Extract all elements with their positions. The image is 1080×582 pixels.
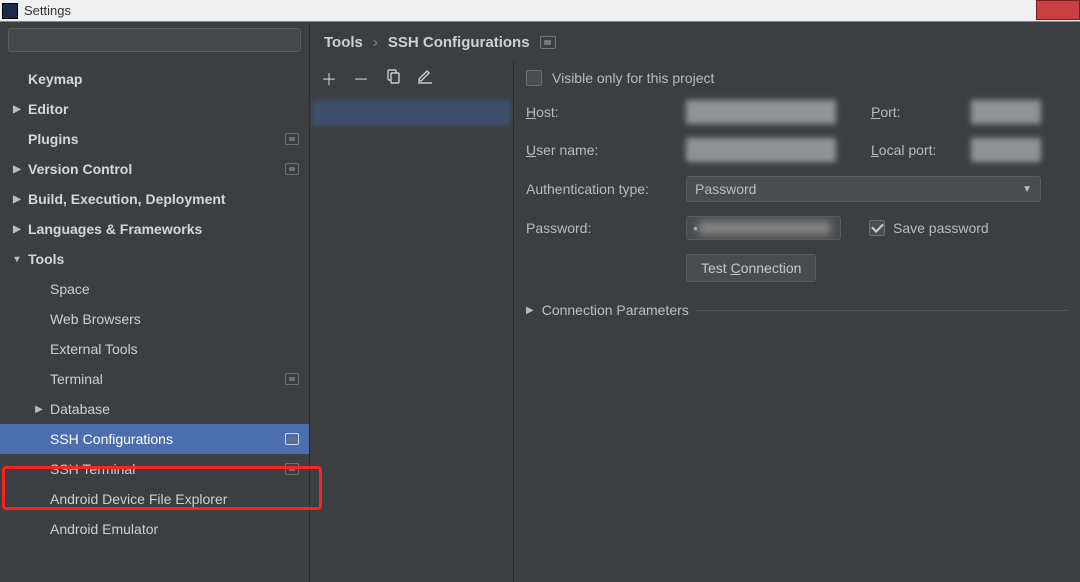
port-field[interactable] [971,100,1041,124]
edit-button[interactable] [416,68,434,89]
host-label: Host: [526,104,686,120]
scope-icon [285,433,299,445]
search-input[interactable] [8,28,301,52]
chevron-right-icon: ▶ [6,104,28,115]
password-field[interactable]: • [686,216,841,240]
chevron-right-icon: ▶ [6,194,28,205]
tree-editor[interactable]: ▶Editor [0,94,309,124]
host-field[interactable] [686,100,836,124]
chevron-right-icon: ▶ [6,224,28,235]
breadcrumb: Tools › SSH Configurations [310,22,1080,62]
chevron-right-icon: ▶ [6,164,28,175]
local-port-field[interactable] [971,138,1041,162]
settings-tree: Keymap ▶Editor Plugins ▶Version Control … [0,58,309,582]
close-button[interactable] [1036,0,1080,20]
divider [697,310,1068,311]
tree-tools[interactable]: ▾Tools [0,244,309,274]
connection-parameters-section[interactable]: ▶ Connection Parameters [526,302,1068,318]
chevron-right-icon: ▶ [526,305,534,316]
tree-plugins[interactable]: Plugins [0,124,309,154]
tree-languages[interactable]: ▶Languages & Frameworks [0,214,309,244]
breadcrumb-leaf: SSH Configurations [388,34,530,51]
tree-build[interactable]: ▶Build, Execution, Deployment [0,184,309,214]
tree-database[interactable]: ▶Database [0,394,309,424]
chevron-right-icon: ▶ [28,404,50,415]
chevron-down-icon: ▾ [6,254,28,265]
configuration-item-selected[interactable] [312,100,511,126]
tree-web-browsers[interactable]: Web Browsers [0,304,309,334]
auth-type-label: Authentication type: [526,181,686,197]
scope-icon [540,36,556,49]
window-title: Settings [24,3,71,18]
ssh-config-form: Visible only for this project Host: Port… [514,62,1080,582]
add-button[interactable]: ＋ [320,66,338,90]
tree-version-control[interactable]: ▶Version Control [0,154,309,184]
save-password-checkbox[interactable] [869,220,885,236]
tree-keymap[interactable]: Keymap [0,64,309,94]
scope-icon [285,373,299,385]
local-port-label: Local port: [871,142,951,158]
auth-type-select[interactable]: Password ▼ [686,176,1041,202]
configurations-list-pane: ＋ － [310,62,514,582]
test-connection-button[interactable]: Test Connection [686,254,816,282]
titlebar: Settings [0,0,1080,22]
tree-space[interactable]: Space [0,274,309,304]
tree-ssh-configurations[interactable]: SSH Configurations [0,424,309,454]
app-icon [2,3,18,19]
auth-type-value: Password [695,181,756,197]
copy-button[interactable] [384,68,402,89]
settings-sidebar: Keymap ▶Editor Plugins ▶Version Control … [0,22,310,582]
visible-only-checkbox[interactable] [526,70,542,86]
tree-ssh-terminal[interactable]: SSH Terminal [0,454,309,484]
tree-terminal[interactable]: Terminal [0,364,309,394]
tree-emulator[interactable]: Android Emulator [0,514,309,544]
remove-button[interactable]: － [352,66,370,90]
tree-adfe[interactable]: Android Device File Explorer [0,484,309,514]
breadcrumb-separator: › [373,34,378,51]
user-label: User name: [526,142,686,158]
chevron-down-icon: ▼ [1022,184,1032,195]
scope-icon [285,133,299,145]
tree-external-tools[interactable]: External Tools [0,334,309,364]
scope-icon [285,463,299,475]
visible-only-label: Visible only for this project [552,70,714,86]
breadcrumb-root[interactable]: Tools [324,34,363,51]
port-label: Port: [871,104,951,120]
list-toolbar: ＋ － [310,62,513,94]
scope-icon [285,163,299,175]
connection-parameters-label: Connection Parameters [542,302,689,318]
password-label: Password: [526,220,686,236]
user-field[interactable] [686,138,836,162]
save-password-label: Save password [893,220,989,236]
